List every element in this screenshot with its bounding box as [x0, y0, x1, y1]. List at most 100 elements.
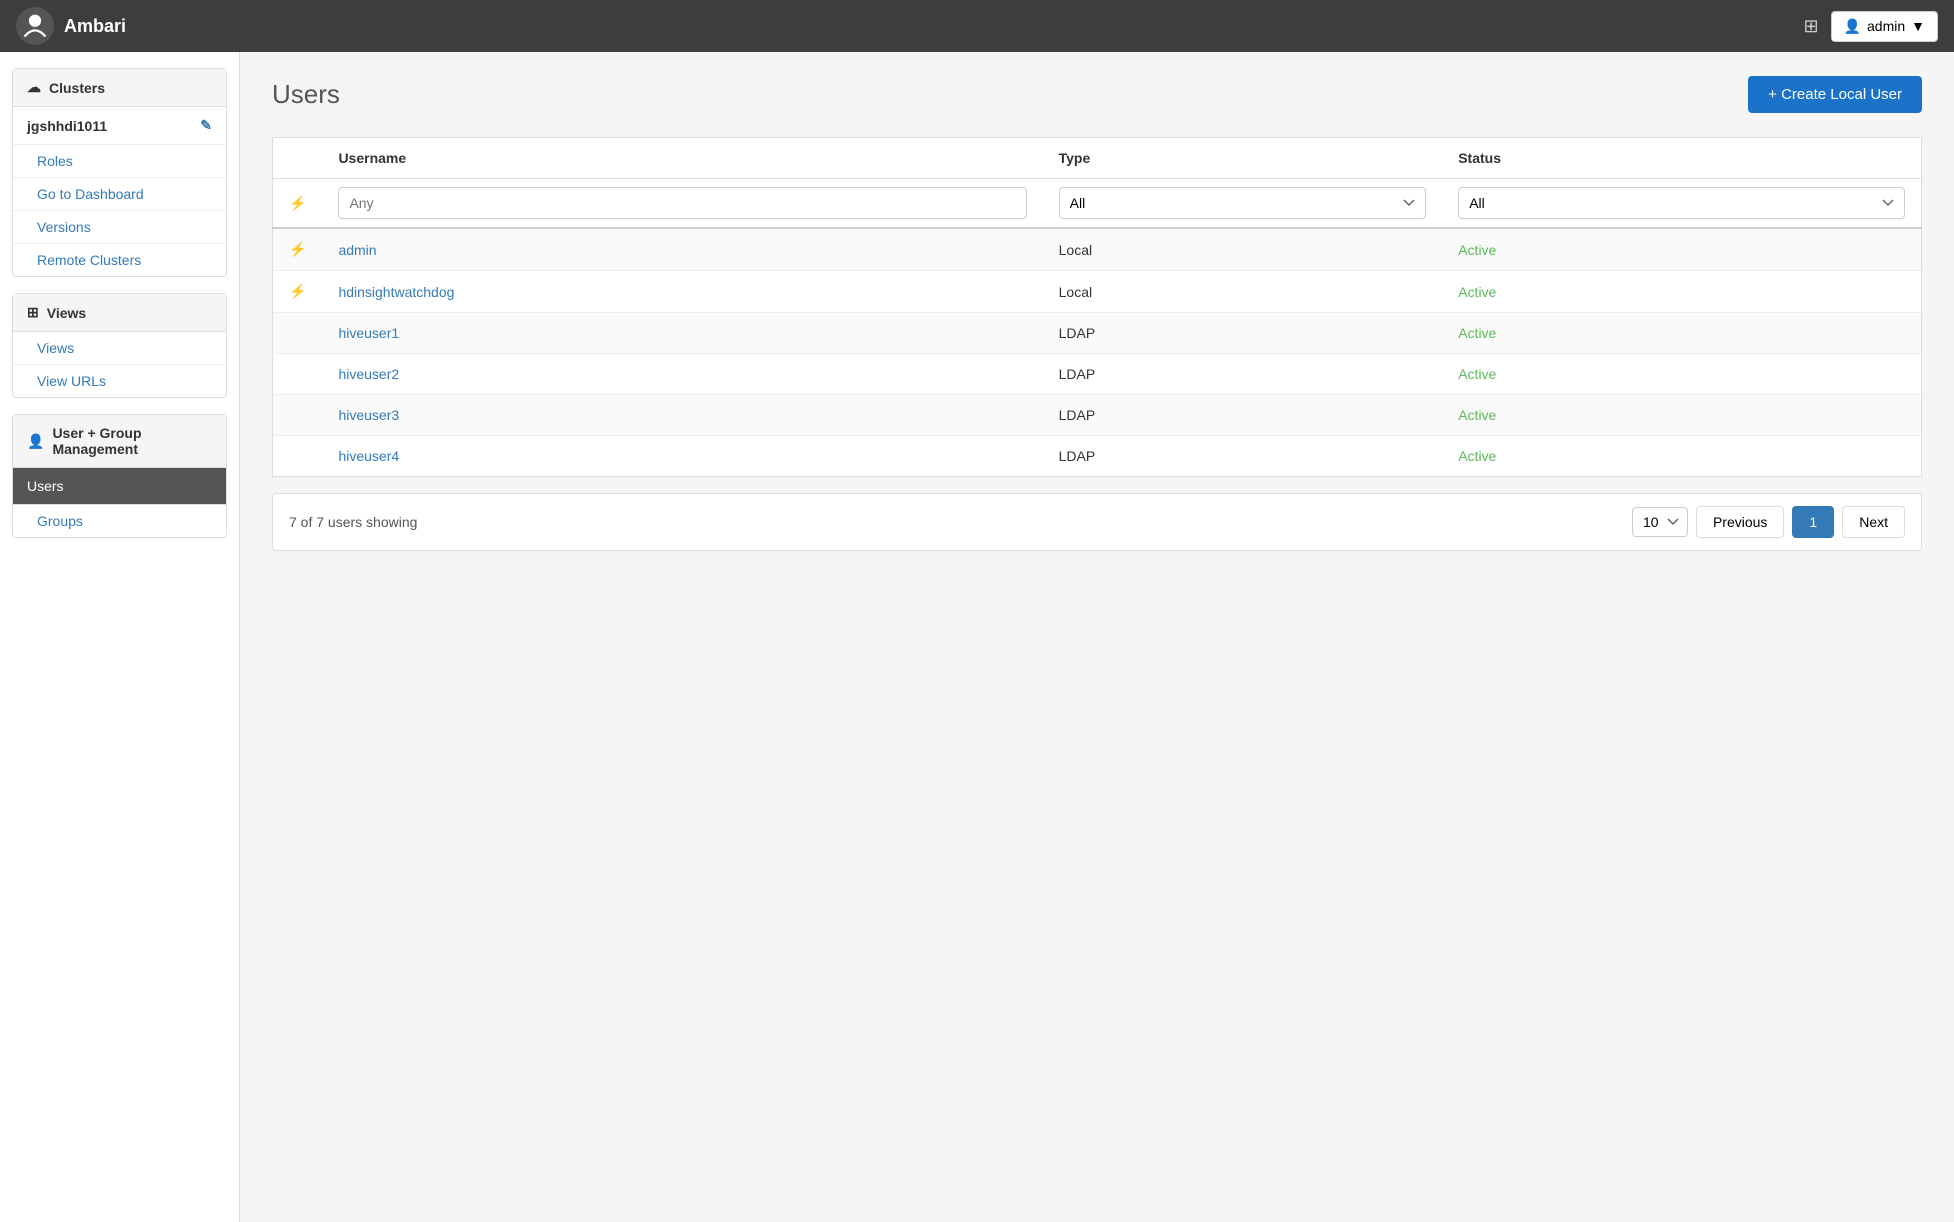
user-link[interactable]: hiveuser3 — [338, 407, 399, 423]
sidebar-item-view-urls[interactable]: View URLs — [13, 365, 226, 397]
table-header: Username Type Status — [273, 138, 1922, 179]
username-filter-input[interactable] — [338, 187, 1026, 219]
layout: ☁ Clusters jgshhdi1011 ✎ Roles Go to Das… — [0, 52, 1954, 1222]
cluster-item: jgshhdi1011 ✎ — [13, 107, 226, 145]
row-icon-cell: ⚡ — [273, 228, 323, 271]
user-group-section: 👤 User + Group Management Users Groups — [12, 414, 227, 538]
filter-type-cell: All Local LDAP — [1043, 179, 1443, 229]
main-content: Users + Create Local User Username Type … — [240, 52, 1954, 1222]
users-table: Username Type Status ⚡ All Local — [272, 137, 1922, 477]
row-username-cell: admin — [322, 228, 1042, 271]
row-username-cell: hiveuser4 — [322, 436, 1042, 477]
row-username-cell: hiveuser3 — [322, 395, 1042, 436]
app-title: Ambari — [64, 16, 126, 37]
table-row: hiveuser1 LDAP Active — [273, 313, 1922, 354]
sidebar-item-remote-clusters[interactable]: Remote Clusters — [13, 244, 226, 276]
bolt-icon: ⚡ — [289, 241, 306, 257]
table-row: ⚡ admin Local Active — [273, 228, 1922, 271]
sidebar-item-users[interactable]: Users — [13, 468, 226, 505]
pagination-right: 10 25 50 Previous 1 Next — [1632, 506, 1905, 538]
user-group-section-header: 👤 User + Group Management — [13, 415, 226, 468]
user-link[interactable]: hdinsightwatchdog — [338, 284, 454, 300]
row-icon-cell: ⚡ — [273, 271, 323, 313]
grid-icon[interactable]: ⊞ — [1803, 16, 1818, 37]
per-page-select[interactable]: 10 25 50 — [1632, 507, 1688, 537]
views-grid-icon: ⊞ — [27, 304, 39, 321]
row-status-cell: Active — [1442, 436, 1921, 477]
row-icon-cell — [273, 436, 323, 477]
page-1-button[interactable]: 1 — [1792, 506, 1834, 538]
user-link[interactable]: hiveuser2 — [338, 366, 399, 382]
sidebar: ☁ Clusters jgshhdi1011 ✎ Roles Go to Das… — [0, 52, 240, 1222]
table-row: hiveuser4 LDAP Active — [273, 436, 1922, 477]
ambari-logo — [16, 7, 54, 45]
row-icon-cell — [273, 313, 323, 354]
row-type-cell: LDAP — [1043, 436, 1443, 477]
chevron-down-icon: ▼ — [1911, 18, 1925, 34]
username-col-header: Username — [322, 138, 1042, 179]
pagination-bar: 7 of 7 users showing 10 25 50 Previous 1… — [272, 493, 1922, 551]
table-row: hiveuser3 LDAP Active — [273, 395, 1922, 436]
page-header: Users + Create Local User — [272, 76, 1922, 113]
icon-col-header — [273, 138, 323, 179]
type-col-header: Type — [1043, 138, 1443, 179]
row-type-cell: Local — [1043, 271, 1443, 313]
sidebar-item-dashboard[interactable]: Go to Dashboard — [13, 178, 226, 211]
views-section: ⊞ Views Views View URLs — [12, 293, 227, 398]
row-type-cell: LDAP — [1043, 354, 1443, 395]
row-type-cell: LDAP — [1043, 395, 1443, 436]
filter-icon-cell: ⚡ — [273, 179, 323, 229]
filter-username-cell — [322, 179, 1042, 229]
edit-icon[interactable]: ✎ — [200, 117, 212, 134]
admin-menu-button[interactable]: 👤 admin ▼ — [1831, 11, 1938, 42]
row-status-cell: Active — [1442, 313, 1921, 354]
bolt-icon: ⚡ — [289, 283, 306, 299]
sidebar-item-views[interactable]: Views — [13, 332, 226, 365]
next-button[interactable]: Next — [1842, 506, 1905, 538]
views-section-header: ⊞ Views — [13, 294, 226, 332]
row-status-cell: Active — [1442, 354, 1921, 395]
page-title: Users — [272, 79, 340, 110]
row-username-cell: hdinsightwatchdog — [322, 271, 1042, 313]
bolt-icon: ⚡ — [289, 195, 306, 211]
cluster-name: jgshhdi1011 — [27, 118, 107, 134]
row-status-cell: Active — [1442, 395, 1921, 436]
sidebar-item-roles[interactable]: Roles — [13, 145, 226, 178]
create-local-user-button[interactable]: + Create Local User — [1748, 76, 1922, 113]
status-filter-select[interactable]: All Active Inactive — [1458, 187, 1905, 219]
previous-button[interactable]: Previous — [1696, 506, 1784, 538]
row-type-cell: Local — [1043, 228, 1443, 271]
views-label: Views — [47, 305, 86, 321]
row-username-cell: hiveuser2 — [322, 354, 1042, 395]
user-link[interactable]: hiveuser1 — [338, 325, 399, 341]
row-icon-cell — [273, 354, 323, 395]
user-link[interactable]: hiveuser4 — [338, 448, 399, 464]
users-list: ⚡ admin Local Active ⚡ hdinsightwatchdog… — [273, 228, 1922, 477]
pagination-info: 7 of 7 users showing — [289, 514, 417, 530]
filter-status-cell: All Active Inactive — [1442, 179, 1921, 229]
status-col-header: Status — [1442, 138, 1921, 179]
topnav: Ambari ⊞ 👤 admin ▼ — [0, 0, 1954, 52]
type-filter-select[interactable]: All Local LDAP — [1059, 187, 1427, 219]
topnav-left: Ambari — [16, 7, 126, 45]
row-type-cell: LDAP — [1043, 313, 1443, 354]
clusters-label: Clusters — [49, 80, 105, 96]
user-group-icon: 👤 — [27, 433, 44, 450]
sidebar-item-groups[interactable]: Groups — [13, 505, 226, 537]
table-row: ⚡ hdinsightwatchdog Local Active — [273, 271, 1922, 313]
row-status-cell: Active — [1442, 271, 1921, 313]
cloud-icon: ☁ — [27, 79, 41, 96]
row-username-cell: hiveuser1 — [322, 313, 1042, 354]
admin-label: admin — [1867, 18, 1905, 34]
row-status-cell: Active — [1442, 228, 1921, 271]
clusters-section-header: ☁ Clusters — [13, 69, 226, 107]
user-icon: 👤 — [1844, 18, 1861, 35]
filter-row: ⚡ All Local LDAP All — [273, 179, 1922, 229]
table-row: hiveuser2 LDAP Active — [273, 354, 1922, 395]
clusters-section: ☁ Clusters jgshhdi1011 ✎ Roles Go to Das… — [12, 68, 227, 277]
sidebar-item-versions[interactable]: Versions — [13, 211, 226, 244]
row-icon-cell — [273, 395, 323, 436]
user-link[interactable]: admin — [338, 242, 376, 258]
topnav-right: ⊞ 👤 admin ▼ — [1803, 11, 1938, 42]
user-group-label: User + Group Management — [52, 425, 212, 457]
